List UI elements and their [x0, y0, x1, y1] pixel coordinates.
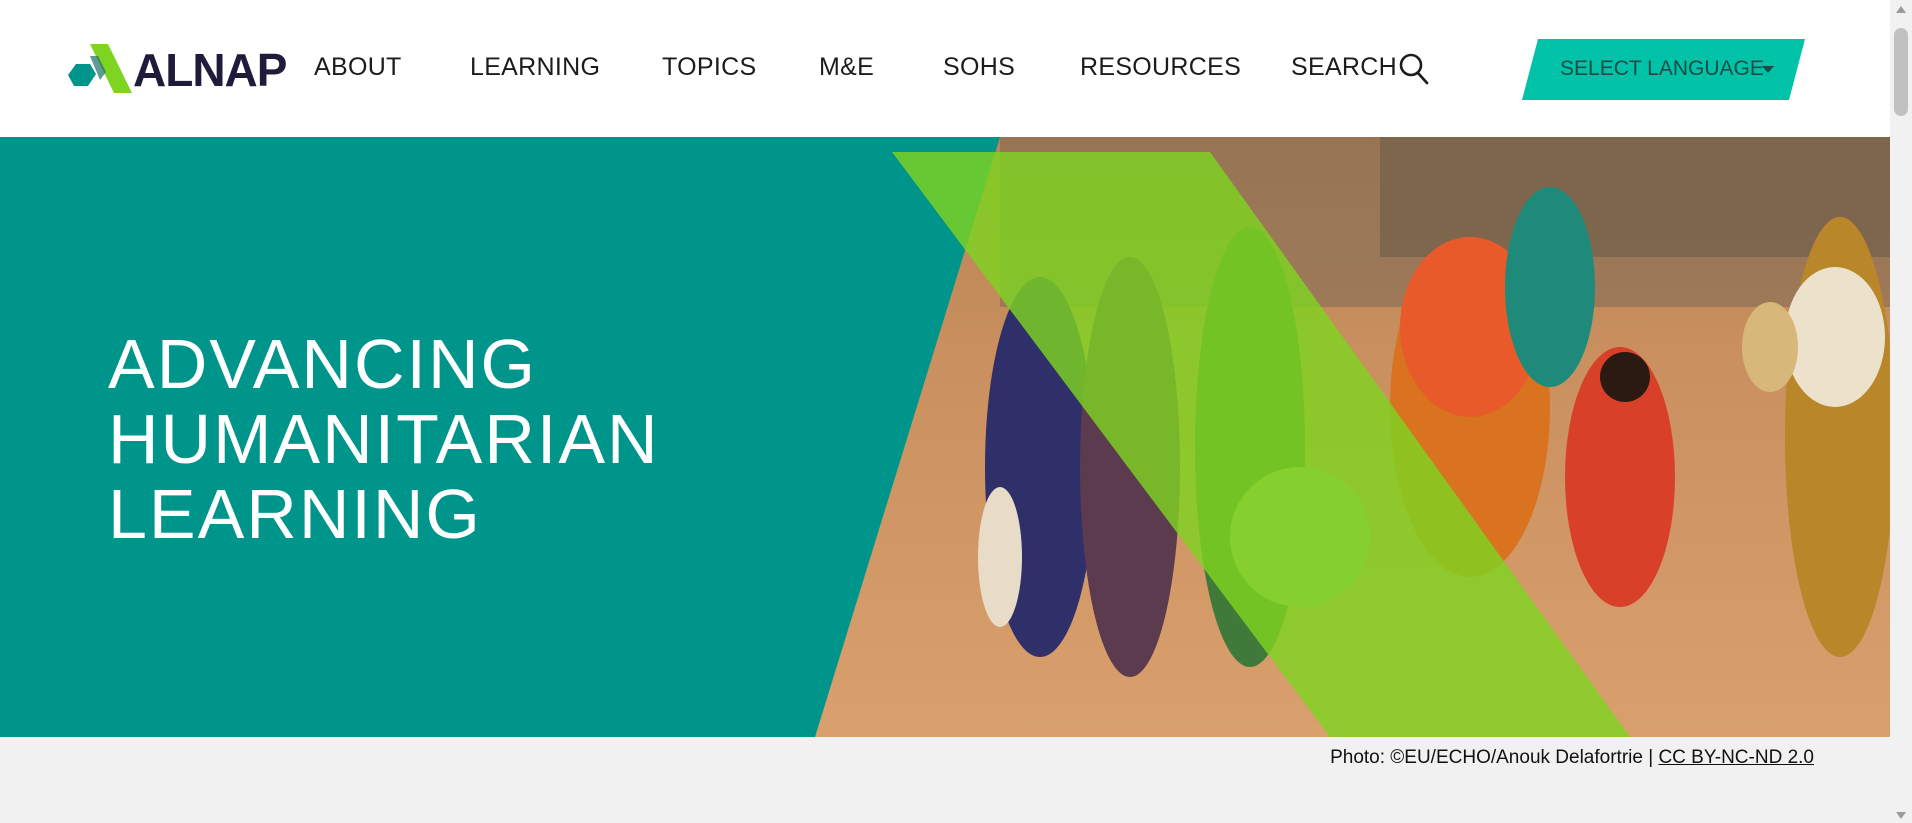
license-link[interactable]: CC BY-NC-ND 2.0: [1658, 747, 1814, 768]
scrollbar-thumb[interactable]: [1894, 28, 1908, 116]
select-language-label: SELECT LANGUAGE: [1560, 57, 1764, 80]
site-header: ALNAP ABOUT LEARNING TOPICS M&E SOHS RES…: [0, 0, 1890, 137]
nav-item-sohs[interactable]: SOHS: [943, 53, 1015, 82]
caret-down-icon: [1762, 66, 1774, 73]
scroll-down-arrow-icon[interactable]: [1896, 812, 1906, 819]
scroll-up-arrow-icon[interactable]: [1896, 6, 1906, 13]
nav-item-me[interactable]: M&E: [819, 53, 874, 82]
hero-title-line-1: ADVANCING: [108, 325, 537, 403]
logo-text: ALNAP: [133, 44, 287, 96]
nav-item-search[interactable]: SEARCH: [1291, 53, 1397, 82]
nav-item-about[interactable]: ABOUT: [314, 53, 402, 82]
alnap-logo[interactable]: ALNAP: [66, 42, 287, 97]
hero-banner: ADVANCING HUMANITARIAN LEARNING: [0, 137, 1890, 737]
photo-credit-text: Photo: ©EU/ECHO/Anouk Delafortrie |: [1330, 747, 1654, 768]
photo-credit: Photo: ©EU/ECHO/Anouk Delafortrie | CC B…: [1330, 747, 1814, 769]
hero-title: ADVANCING HUMANITARIAN LEARNING: [108, 327, 660, 552]
scrollbar[interactable]: [1890, 0, 1912, 823]
nav-item-topics[interactable]: TOPICS: [662, 53, 756, 82]
search-icon[interactable]: [1399, 53, 1429, 85]
hero-title-line-3: LEARNING: [108, 475, 482, 553]
hero-title-line-2: HUMANITARIAN: [108, 400, 660, 478]
logo-mark-icon: [68, 44, 132, 93]
nav-item-resources[interactable]: RESOURCES: [1080, 53, 1241, 82]
nav-item-learning[interactable]: LEARNING: [470, 53, 600, 82]
select-language-button[interactable]: SELECT LANGUAGE: [1522, 39, 1805, 100]
